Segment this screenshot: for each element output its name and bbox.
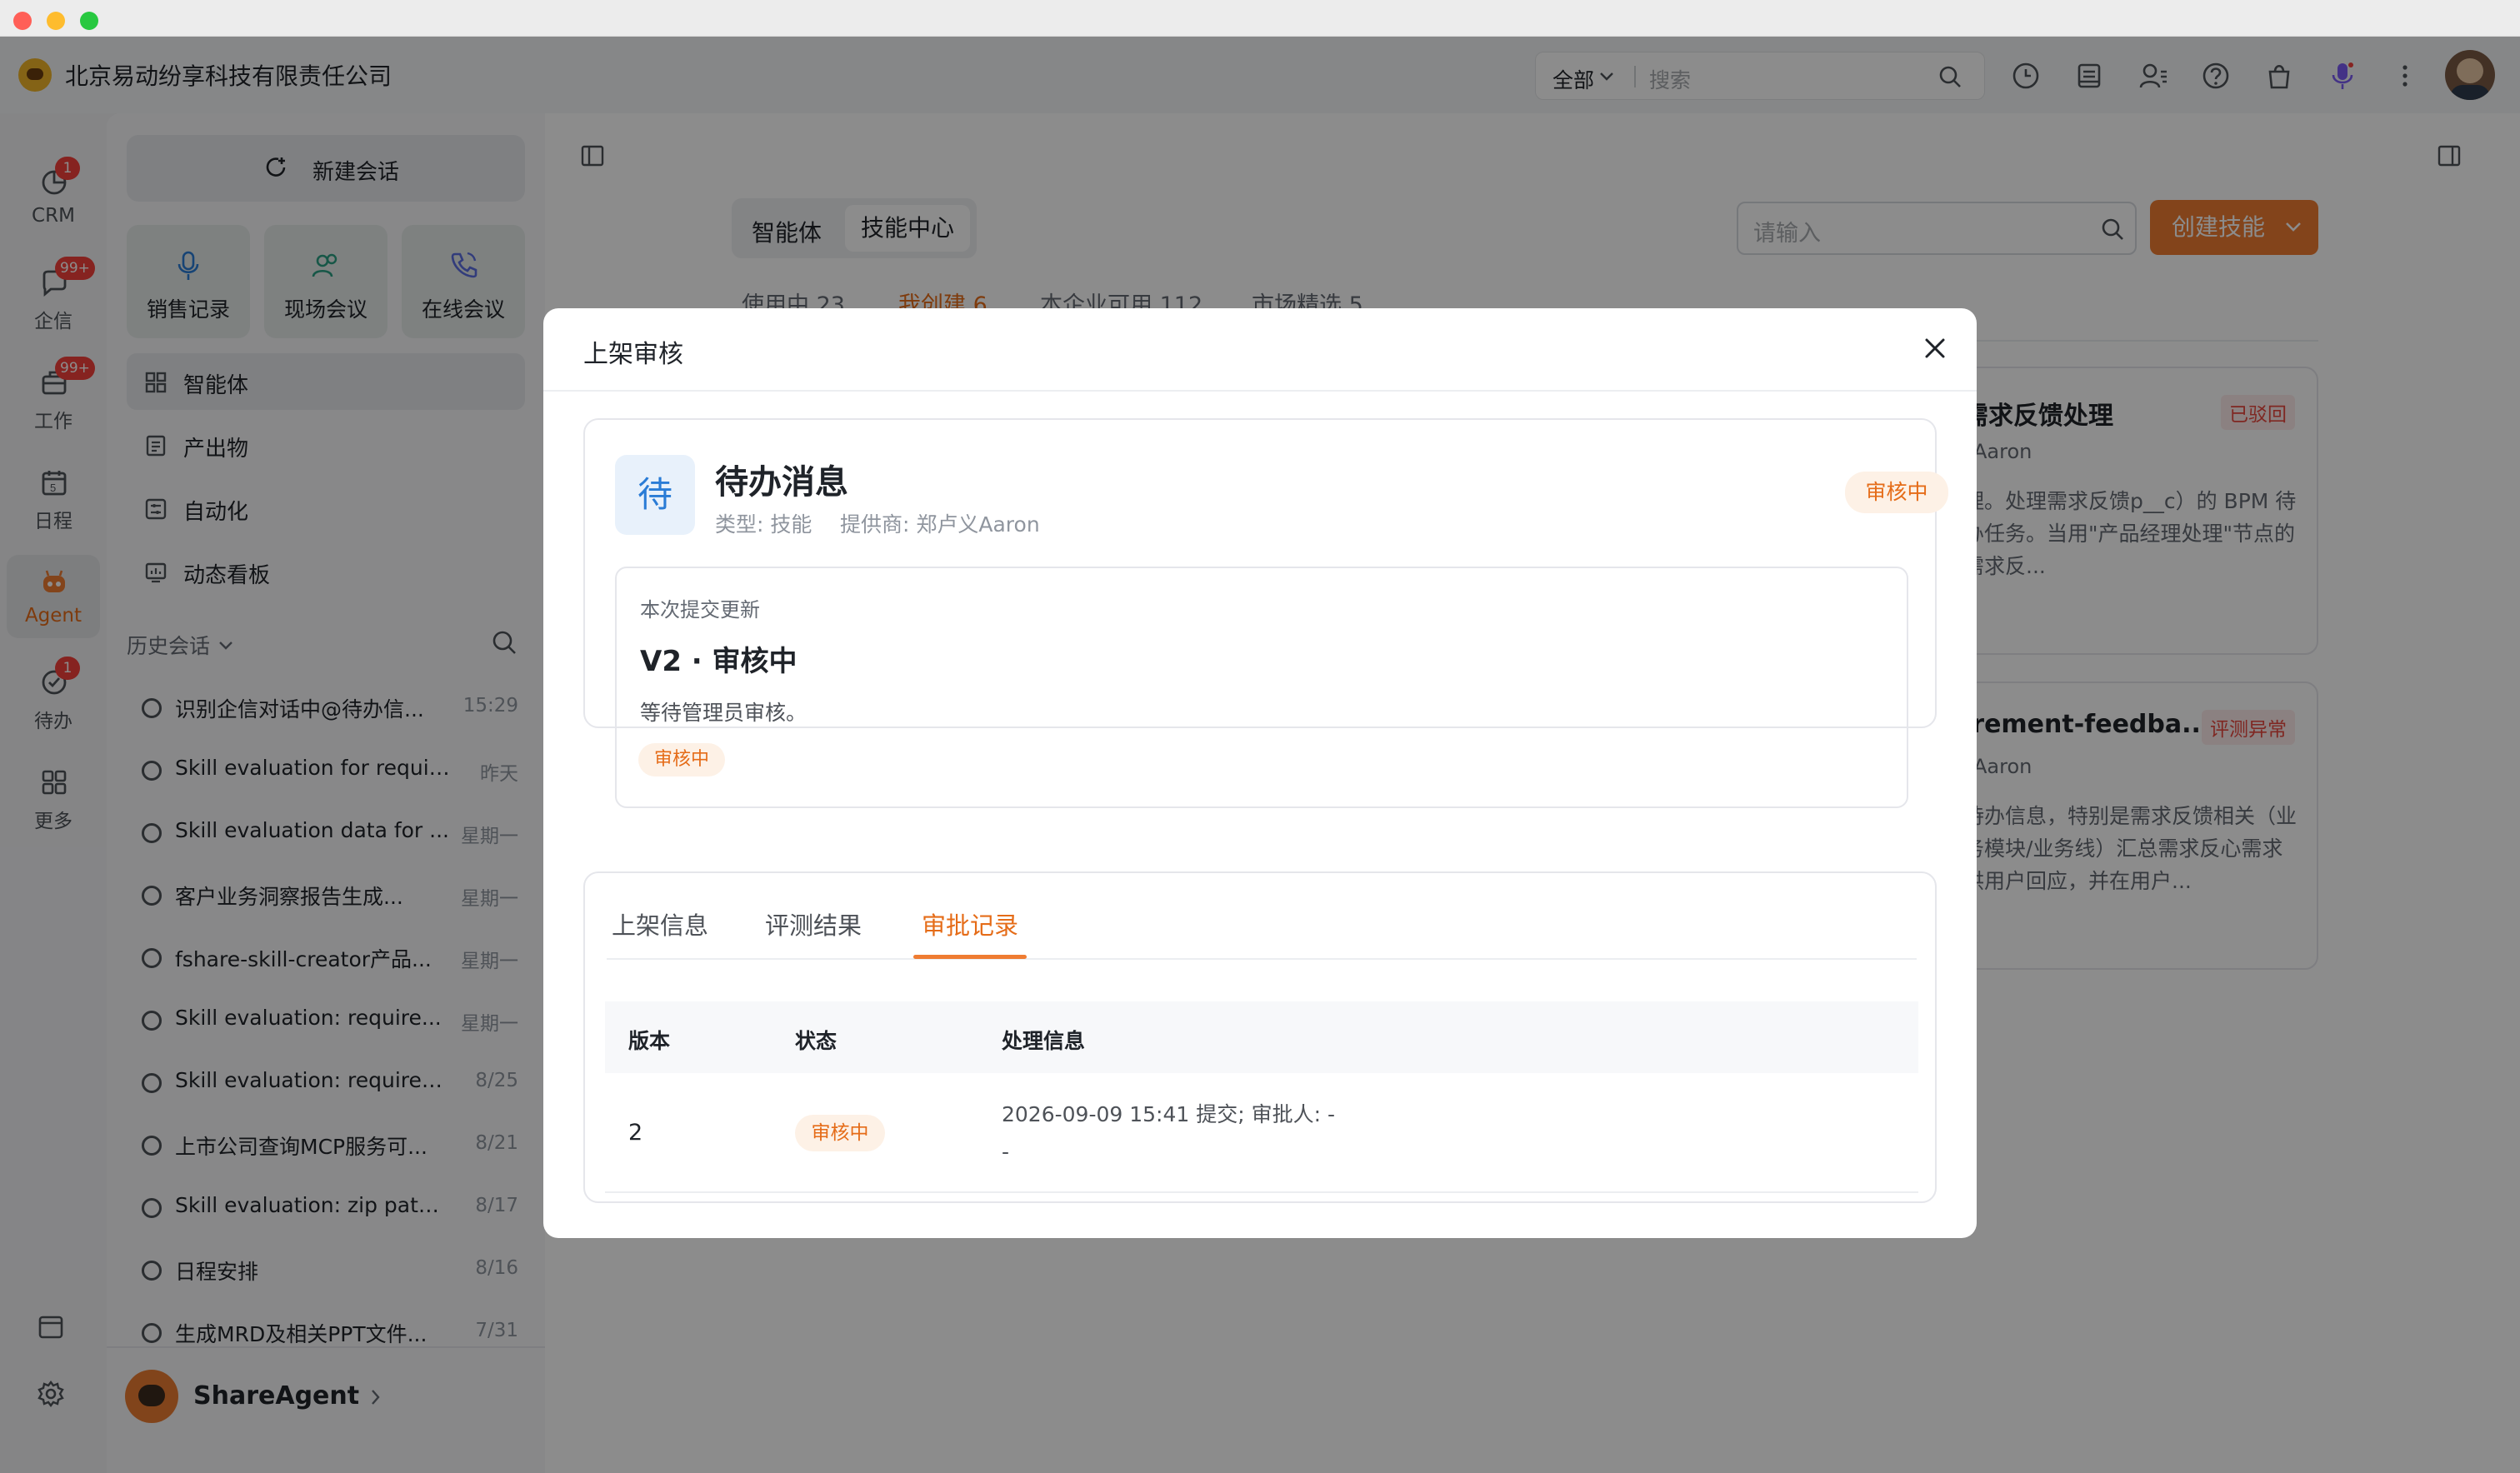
processing-info: 2026-09-09 15:41 提交; 审批人: - xyxy=(1002,1102,1335,1126)
status-badge: 审核中 xyxy=(1845,472,1948,513)
status-badge: 审核中 xyxy=(638,743,725,776)
column-header: 版本 xyxy=(628,1029,671,1053)
skill-type: 类型: 技能 xyxy=(715,512,812,537)
table-row: 2 审核中 2026-09-09 15:41 提交; 审批人: - - xyxy=(605,1073,1918,1193)
dialog-title: 上架审核 xyxy=(583,340,683,369)
update-info-panel: 本次提交更新 V2 · 审核中 等待管理员审核。 审核中 xyxy=(615,567,1908,808)
zoom-window-button[interactable] xyxy=(80,12,98,30)
skill-name: 待办消息 xyxy=(715,463,848,502)
close-window-button[interactable] xyxy=(13,12,32,30)
close-icon[interactable] xyxy=(1920,333,1950,363)
minimize-window-button[interactable] xyxy=(47,12,65,30)
dialog-header: 上架审核 xyxy=(543,308,1977,392)
tab-approval-records[interactable]: 审批记录 xyxy=(922,906,1018,941)
column-header: 状态 xyxy=(795,1029,838,1053)
status-badge: 审核中 xyxy=(795,1115,885,1151)
version-title: V2 · 审核中 xyxy=(640,645,798,678)
detail-tabs-card: 上架信息 评测结果 审批记录 版本 状态 处理信息 2 审核中 2026-09-… xyxy=(583,871,1937,1203)
title-bar xyxy=(0,0,2520,37)
listing-review-dialog: 上架审核 待 待办消息 类型: 技能 提供商: 郑卢义Aaron 审核中 本次提… xyxy=(543,308,1977,1238)
column-header: 处理信息 xyxy=(1002,1029,1086,1053)
update-description: 等待管理员审核。 xyxy=(640,701,808,725)
tab-divider xyxy=(607,958,1917,960)
update-label: 本次提交更新 xyxy=(640,598,760,622)
active-tab-indicator xyxy=(913,955,1027,959)
table-header: 版本 状态 处理信息 xyxy=(605,1001,1918,1073)
version-cell: 2 xyxy=(628,1120,643,1146)
tab-evaluation-results[interactable]: 评测结果 xyxy=(765,906,862,941)
tab-listing-info[interactable]: 上架信息 xyxy=(612,906,708,941)
skill-provider: 提供商: 郑卢义Aaron xyxy=(840,512,1040,537)
skill-icon: 待 xyxy=(615,455,695,535)
app-window: 北京易动纷享科技有限责任公司 全部 搜索 1 CRM 99+ 企信 99+ 工作… xyxy=(0,0,2520,1473)
processing-info-extra: - xyxy=(1002,1140,1010,1164)
skill-summary-card: 待 待办消息 类型: 技能 提供商: 郑卢义Aaron 审核中 本次提交更新 V… xyxy=(583,418,1948,808)
